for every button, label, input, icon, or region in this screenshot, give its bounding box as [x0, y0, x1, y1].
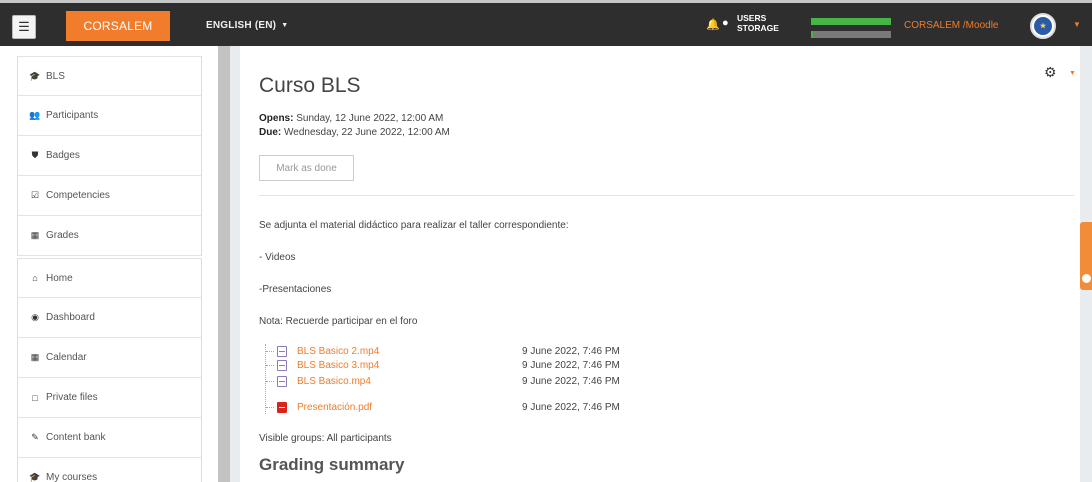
calendar-icon: ▦: [30, 352, 40, 362]
shield-icon: ⛊: [31, 150, 39, 160]
sidebar-item-label: BLS: [46, 70, 65, 82]
sidebar-item-label: Participants: [46, 110, 99, 121]
language-label: ENGLISH (EN): [206, 20, 277, 31]
opens-date: Opens: Sunday, 12 June 2022, 12:00 AM: [259, 113, 443, 124]
file-row: Presentación.pdf 9 June 2022, 7:46 PM: [266, 400, 620, 414]
sidebar-item-dashboard[interactable]: ◉ Dashboard: [18, 298, 201, 338]
grading-summary-heading: Grading summary: [259, 455, 405, 474]
file-date: 9 June 2022, 7:46 PM: [522, 359, 620, 371]
chevron-down-icon[interactable]: ▼: [1073, 20, 1081, 29]
visible-groups: Visible groups: All participants: [259, 433, 392, 444]
brush-icon: ✎: [31, 432, 39, 442]
video-file-icon: [277, 375, 287, 387]
storage-usage-fill: [811, 31, 813, 38]
language-menu[interactable]: ENGLISH (EN) ▼: [206, 20, 288, 31]
file-link[interactable]: BLS Basico 3.mp4: [297, 360, 522, 371]
sidebar-item-participants[interactable]: 👥 Participants: [18, 96, 201, 136]
feedback-icon: [1082, 274, 1091, 283]
sidebar-item-label: Badges: [46, 150, 80, 161]
drawer-scrollbar[interactable]: [218, 46, 230, 482]
chevron-down-icon[interactable]: ▼: [1069, 70, 1076, 77]
storage-usage-bar: [811, 31, 891, 38]
sidebar-item-grades[interactable]: ▦ Grades: [18, 216, 201, 256]
sidebar-item-competencies[interactable]: ☑ Competencies: [18, 176, 201, 216]
graduation-cap-icon: 🎓: [29, 472, 41, 482]
file-link[interactable]: BLS Basico.mp4: [297, 376, 522, 387]
sidebar-item-label: Content bank: [46, 432, 106, 443]
sidebar-item-label: Competencies: [46, 190, 110, 201]
file-row: BLS Basico.mp4 9 June 2022, 7:46 PM: [266, 374, 620, 388]
file-date: 9 June 2022, 7:46 PM: [522, 375, 620, 387]
description-text: Se adjunta el material didáctico para re…: [259, 220, 569, 231]
due-label: Due:: [259, 127, 282, 138]
file-row: BLS Basico 3.mp4 9 June 2022, 7:46 PM: [266, 358, 620, 372]
tree-branch: [266, 406, 274, 408]
sidebar-item-private-files[interactable]: □ Private files: [18, 378, 201, 418]
site-nav: ⌂ Home ◉ Dashboard ▦ Calendar □ Private file…: [17, 258, 202, 482]
due-value: Wednesday, 22 June 2022, 12:00 AM: [281, 127, 450, 138]
graduation-cap-icon: 🎓: [29, 70, 41, 81]
dashboard-icon: ◉: [31, 312, 39, 322]
sidebar-item-label: Dashboard: [46, 312, 95, 323]
sidebar-item-content-bank[interactable]: ✎ Content bank: [18, 418, 201, 458]
sidebar-item-label: Private files: [46, 392, 98, 403]
hamburger-icon[interactable]: ☰: [12, 15, 36, 39]
check-square-icon: ☑: [30, 190, 40, 200]
sidebar-item-badges[interactable]: ⛊ Badges: [18, 136, 201, 176]
due-date: Due: Wednesday, 22 June 2022, 12:00 AM: [259, 127, 450, 138]
course-nav: 🎓 BLS 👥 Participants ⛊ Badges ☑ Competencies…: [17, 56, 202, 256]
opens-label: Opens:: [259, 113, 294, 124]
table-icon: ▦: [30, 230, 40, 240]
users-icon: 👥: [29, 110, 41, 120]
users-label: USERS: [737, 13, 767, 23]
opens-value: Sunday, 12 June 2022, 12:00 AM: [293, 113, 444, 124]
users-usage-bar: [811, 18, 891, 25]
tree-branch: [266, 380, 274, 382]
home-icon: ⌂: [32, 273, 38, 283]
tree-branch: [266, 364, 274, 366]
feedback-side-tab[interactable]: [1080, 222, 1092, 290]
sidebar-item-calendar[interactable]: ▦ Calendar: [18, 338, 201, 378]
user-menu-name[interactable]: CORSALEM /Moodle: [904, 20, 998, 31]
top-navbar: ☰ CORSALEM ENGLISH (EN) ▼ 🔔 ● USERS STORA…: [0, 0, 1092, 46]
chat-icon[interactable]: ●: [722, 17, 729, 29]
gear-icon[interactable]: ⚙: [1044, 64, 1057, 81]
file-icon: □: [32, 392, 38, 403]
users-usage-fill: [811, 18, 891, 25]
video-file-icon: [277, 359, 287, 371]
site-brand[interactable]: CORSALEM: [66, 11, 170, 41]
divider: [259, 195, 1074, 196]
sidebar-item-bls[interactable]: 🎓 BLS: [18, 56, 201, 96]
corsalem-logo-icon: ★: [1034, 17, 1052, 35]
sidebar-item-label: Calendar: [46, 352, 87, 363]
bell-icon[interactable]: 🔔: [706, 18, 720, 31]
sidebar-item-home[interactable]: ⌂ Home: [18, 258, 201, 298]
description-text: - Videos: [259, 252, 296, 263]
file-date: 9 June 2022, 7:46 PM: [522, 345, 620, 357]
sidebar-item-my-courses[interactable]: 🎓 My courses: [18, 458, 201, 482]
video-file-icon: [277, 345, 287, 357]
sidebar-item-label: Home: [46, 272, 73, 284]
description-text: -Presentaciones: [259, 284, 332, 295]
file-date: 9 June 2022, 7:46 PM: [522, 401, 620, 413]
mark-as-done-button[interactable]: Mark as done: [259, 155, 354, 181]
main-region: [240, 46, 1080, 482]
avatar[interactable]: ★: [1030, 13, 1056, 39]
file-link[interactable]: BLS Basico 2.mp4: [297, 346, 522, 357]
sidebar-item-label: Grades: [46, 230, 79, 241]
chevron-down-icon: ▼: [281, 22, 289, 29]
file-row: BLS Basico 2.mp4 9 June 2022, 7:46 PM: [266, 344, 620, 358]
description-text: Nota: Recuerde participar en el foro: [259, 316, 418, 327]
sidebar-item-label: My courses: [46, 472, 98, 482]
pdf-file-icon: [277, 401, 287, 413]
usage-labels: USERS STORAGE: [737, 13, 779, 33]
tree-branch: [266, 350, 274, 352]
storage-label: STORAGE: [737, 23, 779, 33]
page-title: Curso BLS: [259, 74, 361, 97]
file-link[interactable]: Presentación.pdf: [297, 402, 522, 413]
